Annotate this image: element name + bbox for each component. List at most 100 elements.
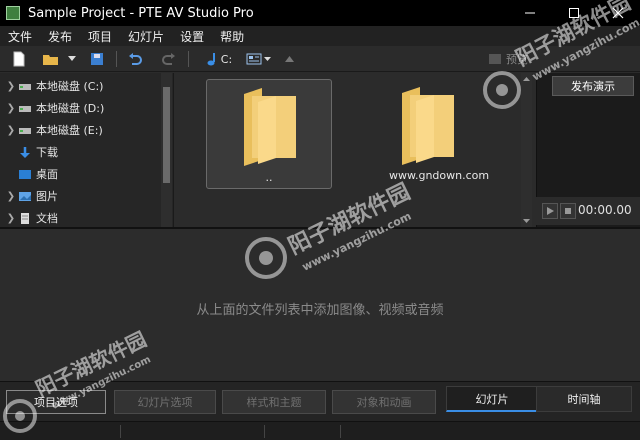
- close-icon: [612, 7, 624, 19]
- slide-options-button[interactable]: 幻灯片选项: [114, 390, 216, 414]
- empty-slides-hint: 从上面的文件列表中添加图像、视频或音频: [196, 303, 444, 318]
- app-icon: [6, 6, 20, 20]
- close-button[interactable]: [596, 0, 640, 26]
- menu-file[interactable]: 文件: [0, 28, 40, 45]
- tree-item-drive-d[interactable]: ❯ 本地磁盘 (D:): [0, 97, 160, 119]
- scroll-up-icon[interactable]: [521, 75, 532, 83]
- bottom-bar: 项目选项 幻灯片选项 样式和主题 对象和动画 幻灯片 时间轴: [0, 381, 640, 421]
- tree-item-label: 本地磁盘 (C:): [36, 80, 104, 93]
- chevron-right-icon[interactable]: ❯: [4, 125, 18, 136]
- view-mode-button[interactable]: [244, 50, 272, 68]
- chevron-down-icon: [263, 56, 271, 61]
- preview-toggle[interactable]: 预览: [486, 50, 530, 68]
- view-mode-icon: [246, 53, 261, 65]
- maximize-button[interactable]: [552, 0, 596, 26]
- menu-bar: 文件 发布 项目 幻灯片 设置 帮助: [0, 26, 640, 46]
- toolbar-separator: [116, 51, 117, 67]
- preview-icon: [489, 54, 501, 64]
- folder-tree: ❯ 本地磁盘 (C:) ❯ 本地磁盘 (D:) ❯ 本地磁盘 (E:) ❯ 下载…: [0, 73, 174, 227]
- redo-icon: [162, 53, 175, 65]
- tab-timeline[interactable]: 时间轴: [536, 386, 632, 412]
- tree-item-label: 桌面: [36, 168, 58, 181]
- chevron-right-icon[interactable]: ❯: [4, 103, 18, 114]
- watermark-logo-icon: [483, 71, 521, 109]
- file-list-scrollbar[interactable]: [521, 73, 532, 227]
- slide-list[interactable]: 从上面的文件列表中添加图像、视频或音频: [0, 229, 640, 381]
- undo-icon: [129, 53, 142, 65]
- open-project-icon: [43, 55, 58, 65]
- open-project-button[interactable]: [40, 50, 62, 68]
- drive-icon: [19, 83, 31, 90]
- new-project-button[interactable]: [10, 50, 28, 68]
- chevron-right-icon[interactable]: ❯: [4, 213, 18, 224]
- tree-item-label: 本地磁盘 (E:): [36, 124, 103, 137]
- tree-item-desktop[interactable]: ❯ 桌面: [0, 163, 160, 185]
- watermark-logo-icon: [245, 237, 287, 279]
- status-bar: [0, 421, 640, 440]
- tree-item-label: 下载: [36, 146, 58, 159]
- title-bar: Sample Project - PTE AV Studio Pro: [0, 0, 640, 26]
- chevron-right-icon[interactable]: ❯: [4, 191, 18, 202]
- up-folder-button[interactable]: [282, 50, 296, 68]
- file-list: .. www.gndown.com: [175, 73, 535, 227]
- scroll-down-icon[interactable]: [521, 217, 532, 225]
- maximize-icon: [569, 8, 579, 18]
- open-dropdown-button[interactable]: [66, 50, 78, 68]
- tree-item-drive-c[interactable]: ❯ 本地磁盘 (C:): [0, 75, 160, 97]
- tree-item-documents[interactable]: ❯ 文档: [0, 207, 160, 227]
- play-icon: [547, 207, 554, 215]
- drive-icon: [19, 127, 31, 134]
- menu-settings[interactable]: 设置: [172, 28, 212, 45]
- minimize-icon: [525, 12, 535, 14]
- objects-animation-button[interactable]: 对象和动画: [332, 390, 436, 414]
- drive-label: C:: [220, 52, 233, 66]
- chevron-down-icon: [68, 56, 76, 61]
- menu-help[interactable]: 帮助: [212, 28, 252, 45]
- preview-label: 预览: [506, 53, 528, 66]
- status-separator: [340, 425, 341, 438]
- toolbar-separator: [188, 51, 189, 67]
- folder-icon: [244, 88, 296, 166]
- tab-slides[interactable]: 幻灯片: [446, 386, 538, 412]
- tree-item-pictures[interactable]: ❯ 图片: [0, 185, 160, 207]
- styles-themes-button[interactable]: 样式和主题: [222, 390, 326, 414]
- drive-icon: [19, 105, 31, 112]
- chevron-right-icon[interactable]: ❯: [4, 81, 18, 92]
- menu-slide[interactable]: 幻灯片: [120, 28, 172, 45]
- play-button[interactable]: [542, 203, 558, 219]
- tree-item-downloads[interactable]: ❯ 下载: [0, 141, 160, 163]
- desktop-icon: [19, 169, 31, 179]
- music-drive-button[interactable]: C:: [202, 50, 236, 68]
- folder-icon: [402, 87, 454, 165]
- playback-time: 00:00.00: [578, 203, 632, 217]
- save-button[interactable]: [88, 50, 106, 68]
- up-arrow-icon: [284, 55, 294, 62]
- preview-controls: 00:00.00: [536, 197, 640, 225]
- scrollbar-thumb[interactable]: [163, 87, 170, 183]
- stop-button[interactable]: [560, 203, 576, 219]
- toolbar: C: 预览: [0, 46, 640, 72]
- file-item-folder[interactable]: [365, 79, 491, 189]
- minimize-button[interactable]: [508, 0, 552, 26]
- redo-button[interactable]: [160, 50, 178, 68]
- window-title: Sample Project - PTE AV Studio Pro: [28, 5, 254, 21]
- publish-presentation-button[interactable]: 发布演示: [552, 76, 634, 96]
- tree-item-label: 图片: [36, 190, 58, 203]
- tree-item-label: 本地磁盘 (D:): [36, 102, 105, 115]
- watermark-logo-icon: [3, 399, 37, 433]
- documents-icon: [21, 212, 29, 224]
- pictures-icon: [19, 191, 31, 201]
- stop-icon: [565, 208, 571, 214]
- undo-button[interactable]: [126, 50, 144, 68]
- menu-publish[interactable]: 发布: [40, 28, 80, 45]
- new-project-icon: [13, 51, 25, 67]
- file-item-label: ..: [265, 171, 273, 184]
- tree-item-label: 文档: [36, 212, 58, 225]
- tree-item-drive-e[interactable]: ❯ 本地磁盘 (E:): [0, 119, 160, 141]
- save-icon: [91, 53, 103, 65]
- download-icon: [20, 146, 30, 158]
- status-separator: [264, 425, 265, 438]
- tree-scrollbar[interactable]: [161, 73, 172, 227]
- file-item-parent[interactable]: ..: [206, 79, 332, 189]
- menu-project[interactable]: 项目: [80, 28, 120, 45]
